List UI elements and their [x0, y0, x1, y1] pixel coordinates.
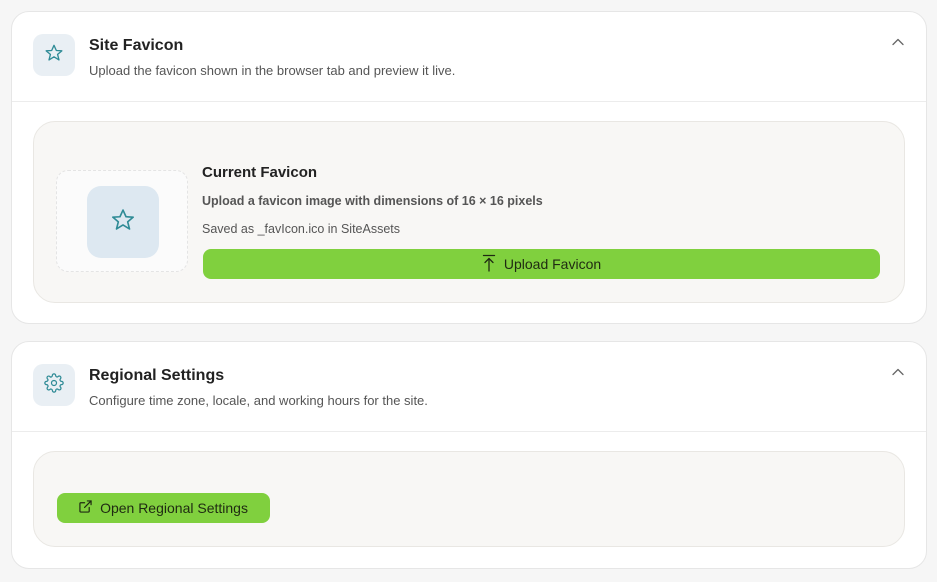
current-favicon-title: Current Favicon — [202, 164, 318, 181]
star-icon — [110, 207, 136, 238]
favicon-preview — [87, 186, 159, 258]
upload-favicon-button[interactable]: Upload Favicon — [203, 249, 880, 279]
upload-favicon-label: Upload Favicon — [503, 256, 602, 272]
external-link-icon — [79, 500, 92, 516]
section-subtitle: Upload the favicon shown in the browser … — [89, 63, 456, 78]
section-subtitle: Configure time zone, locale, and working… — [89, 393, 428, 408]
upload-icon — [482, 254, 496, 275]
section-icon-box — [33, 34, 75, 76]
open-regional-settings-label: Open Regional Settings — [100, 500, 248, 516]
section-title: Regional Settings — [89, 367, 225, 384]
star-icon — [44, 43, 64, 68]
current-favicon-panel: Current Favicon Upload a favicon image w… — [33, 121, 905, 303]
site-favicon-card: Site Favicon Upload the favicon shown in… — [11, 11, 927, 324]
favicon-dimensions-text: Upload a favicon image with dimensions o… — [202, 194, 543, 208]
regional-settings-header[interactable]: Regional Settings Configure time zone, l… — [12, 342, 926, 432]
chevron-up-icon[interactable] — [890, 34, 906, 50]
site-favicon-header[interactable]: Site Favicon Upload the favicon shown in… — [12, 12, 926, 102]
section-title: Site Favicon — [89, 37, 184, 54]
favicon-saved-location: Saved as _favIcon.ico in SiteAssets — [202, 222, 401, 236]
gear-icon — [44, 372, 64, 398]
regional-settings-panel: Open Regional Settings — [33, 451, 905, 547]
open-regional-settings-button[interactable]: Open Regional Settings — [57, 493, 270, 523]
regional-settings-card: Regional Settings Configure time zone, l… — [11, 341, 927, 569]
section-icon-box — [33, 364, 75, 406]
favicon-preview-frame — [56, 170, 188, 272]
chevron-up-icon[interactable] — [890, 364, 906, 380]
